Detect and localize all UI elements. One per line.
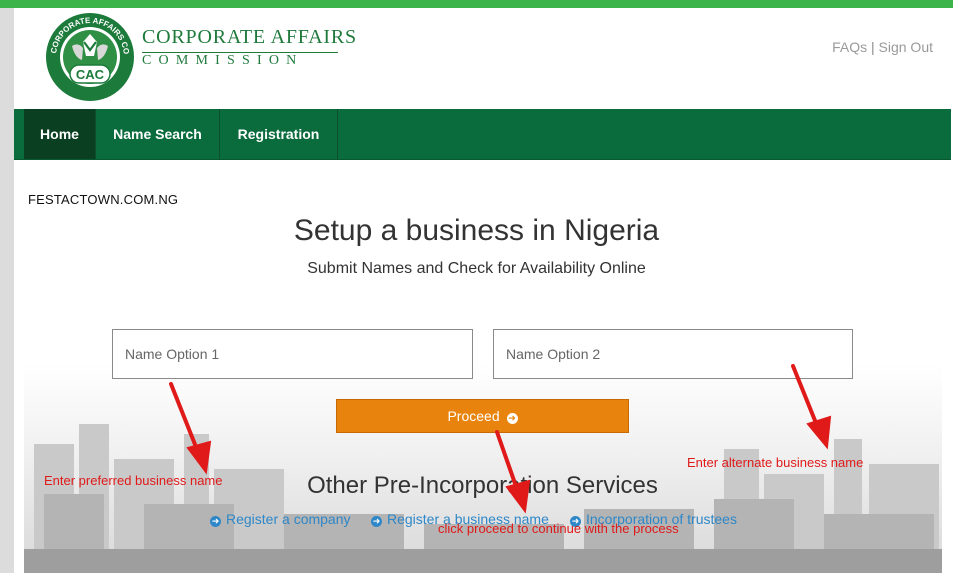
brand-rule <box>142 52 338 53</box>
top-accent-strip <box>0 0 953 8</box>
register-company-label: Register a company <box>226 511 351 527</box>
header-separator: | <box>870 39 875 55</box>
nav-item-name-search[interactable]: Name Search <box>96 109 220 159</box>
circle-arrow-right-icon: ➜ <box>210 516 221 527</box>
cac-logo: CORPORATE AFFAIRS COMMISSION CAC <box>42 12 134 101</box>
proceed-label: Proceed <box>447 408 500 424</box>
main-nav: Home Name Search Registration <box>14 109 951 160</box>
page-title: Setup a business in Nigeria <box>293 214 660 247</box>
faqs-link[interactable]: FAQs <box>832 39 867 55</box>
proceed-button[interactable]: Proceed ➜ <box>336 399 629 433</box>
site-header: CORPORATE AFFAIRS COMMISSION CAC CORPORA… <box>14 8 953 109</box>
circle-arrow-right-icon: ➜ <box>371 516 382 527</box>
brand-name-line2: COMMISSION <box>142 53 304 68</box>
register-company-link[interactable]: ➜ Register a company <box>210 511 351 527</box>
name-option-2-input[interactable] <box>493 329 853 379</box>
sign-out-link[interactable]: Sign Out <box>879 39 933 55</box>
watermark-text: FESTACTOWN.COM.NG <box>28 192 179 207</box>
annotation-proceed: click proceed to continue with the proce… <box>438 521 679 536</box>
circle-arrow-right-icon: ➜ <box>506 413 518 424</box>
nav-item-home[interactable]: Home <box>24 109 96 159</box>
brand-name: CORPORATE AFFAIRS COMMISSION <box>142 26 357 69</box>
header-links: FAQs | Sign Out <box>832 39 933 55</box>
page-subtitle: Submit Names and Check for Availability … <box>307 260 646 277</box>
annotation-alternate-name: Enter alternate business name <box>687 455 864 470</box>
annotation-preferred-name: Enter preferred business name <box>44 473 223 488</box>
name-option-1-input[interactable] <box>112 329 473 379</box>
svg-text:CAC: CAC <box>76 67 105 82</box>
nav-item-registration[interactable]: Registration <box>220 109 338 159</box>
brand-name-line1: CORPORATE AFFAIRS <box>142 26 357 48</box>
